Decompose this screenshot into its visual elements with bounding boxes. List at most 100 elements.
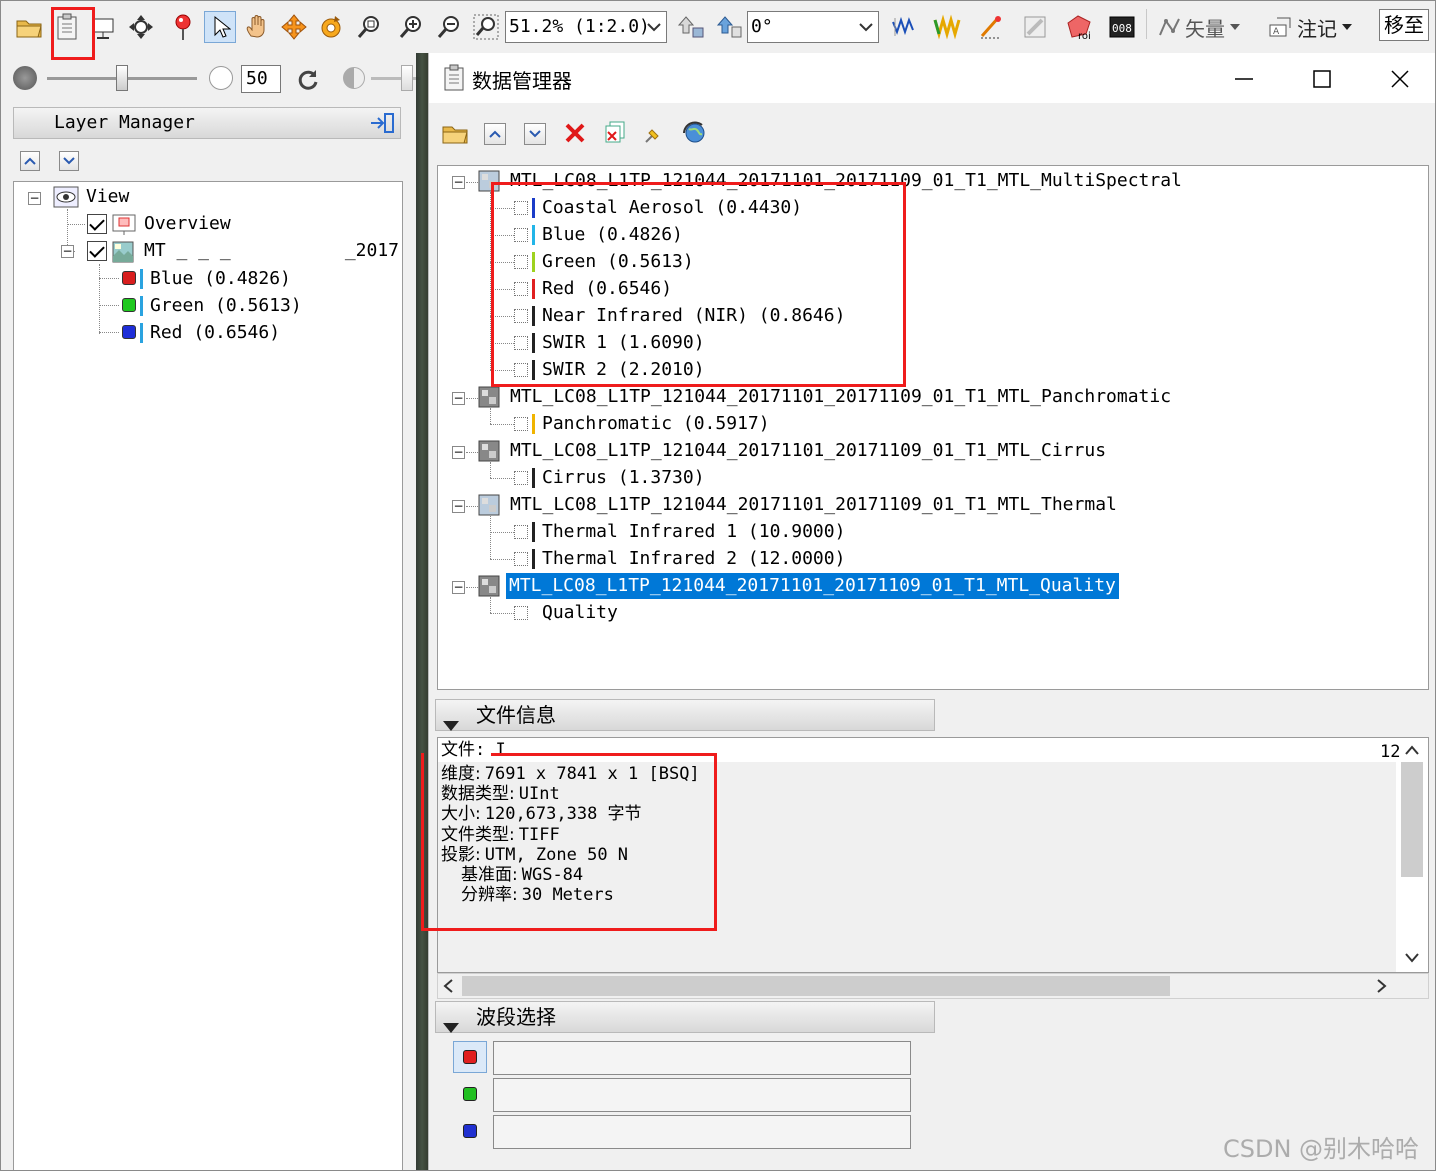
band-checkbox[interactable]: [514, 363, 528, 377]
band-slot-button[interactable]: [453, 1115, 487, 1147]
dm-move-down-button[interactable]: [524, 123, 546, 145]
collapse-icon[interactable]: −: [452, 500, 465, 513]
minimize-button[interactable]: [1219, 61, 1269, 97]
band-checkbox[interactable]: [514, 336, 528, 350]
brightness-slider-handle[interactable]: [116, 65, 128, 91]
goto-button[interactable]: 移至: [1379, 9, 1429, 41]
dm-band-node[interactable]: Green (0.5613): [542, 249, 694, 275]
collapse-icon[interactable]: −: [28, 192, 41, 205]
dm-band-node[interactable]: Cirrus (1.3730): [542, 465, 705, 491]
pan-arrows-icon[interactable]: [125, 11, 157, 43]
dock-panel-icon[interactable]: [369, 112, 395, 134]
collapse-icon[interactable]: −: [61, 245, 74, 258]
close-button[interactable]: [1375, 61, 1425, 97]
layer-checkbox[interactable]: [87, 241, 107, 261]
layer-move-down-button[interactable]: [59, 151, 79, 171]
tree-layer-label[interactable]: MT _ _ _ _2017: [144, 238, 399, 264]
file-info-vscrollbar[interactable]: [1398, 740, 1426, 970]
data-manager-icon[interactable]: [51, 11, 83, 43]
band-animation-icon[interactable]: [931, 11, 963, 43]
dm-band-node[interactable]: Near Infrared (NIR) (0.8646): [542, 303, 845, 329]
vector-menu[interactable]: 矢量: [1157, 11, 1241, 43]
contrast-slider-track[interactable]: [371, 77, 421, 80]
collapse-icon[interactable]: −: [452, 392, 465, 405]
pin-icon[interactable]: [167, 11, 199, 43]
band-checkbox[interactable]: [514, 525, 528, 539]
file-info-hscrollbar[interactable]: [437, 973, 1429, 999]
band-slot-field[interactable]: [493, 1041, 911, 1075]
dm-file-node[interactable]: MTL_LC08_L1TP_121044_20171101_20171109_0…: [510, 384, 1171, 410]
transparency-input[interactable]: 50: [241, 65, 281, 93]
rotate-icon[interactable]: [315, 11, 347, 43]
file-info-header[interactable]: 文件信息: [435, 699, 935, 731]
spectral-profile-icon[interactable]: [889, 11, 921, 43]
band-checkbox[interactable]: [514, 201, 528, 215]
contrast-slider-handle[interactable]: [401, 65, 413, 91]
rotation-select[interactable]: 0°: [747, 11, 879, 43]
scroll-right-icon[interactable]: [1376, 978, 1388, 994]
dm-move-up-button[interactable]: [484, 123, 506, 145]
measure-icon[interactable]: [975, 11, 1007, 43]
dm-open-file-icon[interactable]: [439, 117, 471, 149]
band-checkbox[interactable]: [514, 606, 528, 620]
dm-band-node[interactable]: Thermal Infrared 2 (12.0000): [542, 546, 845, 572]
layer-move-up-button[interactable]: [20, 151, 40, 171]
fly-pan-icon[interactable]: [278, 11, 310, 43]
rotate-north-icon[interactable]: [675, 11, 707, 43]
hscroll-thumb[interactable]: [462, 976, 1170, 996]
dm-file-node[interactable]: MTL_LC08_L1TP_121044_20171101_20171109_0…: [510, 168, 1182, 194]
reset-icon[interactable]: [293, 65, 321, 93]
dm-close-all-icon[interactable]: [599, 117, 631, 149]
display-icon[interactable]: [87, 11, 119, 43]
band-select-header[interactable]: 波段选择: [435, 1001, 935, 1033]
dm-band-node[interactable]: SWIR 1 (1.6090): [542, 330, 705, 356]
scrollbar-thumb[interactable]: [1401, 762, 1423, 877]
maximize-button[interactable]: [1297, 61, 1347, 97]
dm-file-node[interactable]: MTL_LC08_L1TP_121044_20171101_20171109_0…: [506, 573, 1119, 599]
collapse-icon[interactable]: −: [452, 581, 465, 594]
band-checkbox[interactable]: [514, 255, 528, 269]
dm-band-node[interactable]: Blue (0.4826): [542, 222, 683, 248]
dm-band-node[interactable]: SWIR 2 (2.2010): [542, 357, 705, 383]
band-checkbox[interactable]: [514, 309, 528, 323]
annotation-menu[interactable]: A 注记: [1267, 11, 1353, 43]
band-slot-field[interactable]: [493, 1078, 911, 1112]
band-checkbox[interactable]: [514, 471, 528, 485]
layer-band-item[interactable]: Red (0.6546): [150, 320, 280, 346]
edit-annotation-icon[interactable]: [1019, 11, 1051, 43]
open-folder-icon[interactable]: [13, 11, 45, 43]
scroll-left-icon[interactable]: [442, 978, 454, 994]
roi-tool-icon[interactable]: roi: [1063, 11, 1095, 43]
band-checkbox[interactable]: [514, 282, 528, 296]
zoom-box-icon[interactable]: [353, 11, 385, 43]
band-slot-button[interactable]: [453, 1041, 487, 1073]
pixel-value-icon[interactable]: 008: [1106, 11, 1138, 43]
dm-close-file-icon[interactable]: [559, 117, 591, 149]
zoom-in-icon[interactable]: [395, 11, 427, 43]
select-cursor-icon[interactable]: [204, 11, 236, 43]
band-slot-field[interactable]: [493, 1115, 911, 1149]
collapse-icon[interactable]: −: [452, 176, 465, 189]
scroll-down-icon[interactable]: [1404, 952, 1420, 964]
zoom-level-select[interactable]: 51.2% (1:2.0): [505, 11, 667, 43]
layer-band-item[interactable]: Blue (0.4826): [150, 266, 291, 292]
dm-file-node[interactable]: MTL_LC08_L1TP_121044_20171101_20171109_0…: [510, 492, 1117, 518]
dm-pin-icon[interactable]: [637, 119, 669, 151]
hand-pan-icon[interactable]: [241, 11, 273, 43]
dm-band-node[interactable]: Red (0.6546): [542, 276, 672, 302]
band-checkbox[interactable]: [514, 228, 528, 242]
collapse-icon[interactable]: −: [452, 446, 465, 459]
dm-band-node[interactable]: Coastal Aerosol (0.4430): [542, 195, 802, 221]
band-slot-button[interactable]: [453, 1078, 487, 1110]
tree-root-view[interactable]: View: [86, 184, 129, 210]
tree-overview-label[interactable]: Overview: [144, 211, 231, 237]
dm-band-node[interactable]: Panchromatic (0.5917): [542, 411, 770, 437]
band-checkbox[interactable]: [514, 417, 528, 431]
dm-band-node[interactable]: Thermal Infrared 1 (10.9000): [542, 519, 845, 545]
overview-checkbox[interactable]: [87, 214, 107, 234]
dm-refresh-globe-icon[interactable]: [679, 117, 711, 149]
band-checkbox[interactable]: [514, 552, 528, 566]
dm-file-node[interactable]: MTL_LC08_L1TP_121044_20171101_20171109_0…: [510, 438, 1106, 464]
zoom-out-icon[interactable]: [433, 11, 465, 43]
dm-band-node[interactable]: Quality: [542, 600, 618, 626]
